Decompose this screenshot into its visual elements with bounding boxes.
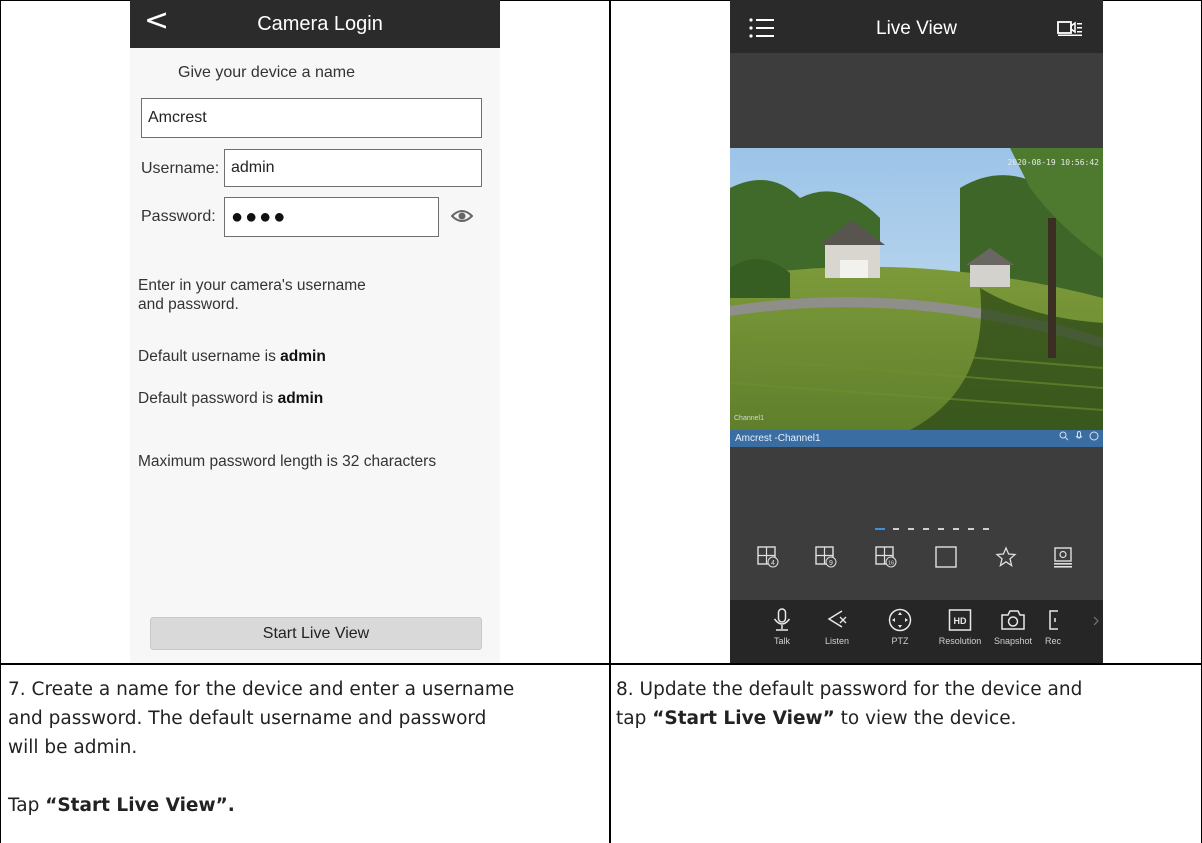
password-label: Password: bbox=[141, 208, 216, 225]
listen-button[interactable]: Listen bbox=[807, 608, 867, 646]
live-header: Live View bbox=[730, 0, 1103, 53]
svg-text:9: 9 bbox=[829, 560, 833, 567]
layout-selector: 4 9 16 bbox=[730, 546, 1103, 574]
grid-4-icon[interactable]: 4 bbox=[757, 546, 779, 568]
live-view-screen: Live View 2020-08-19 10:56:42 Channel1 A… bbox=[730, 0, 1103, 663]
step-7-caption: 7. Create a name for the device and ente… bbox=[8, 679, 515, 816]
channel-bar[interactable]: Amcrest -Channel1 bbox=[730, 430, 1103, 447]
username-label: Username: bbox=[141, 160, 220, 177]
close-circle-icon[interactable] bbox=[1089, 431, 1099, 441]
ptz-button[interactable]: PTZ bbox=[870, 608, 930, 646]
record-button[interactable]: Rec bbox=[1038, 608, 1068, 646]
snapshot-button[interactable]: Snapshot bbox=[983, 608, 1043, 646]
control-toolbar: Talk Listen PTZ HD Resolution Snapshot R… bbox=[730, 600, 1103, 663]
mic-icon[interactable] bbox=[1075, 431, 1083, 441]
device-list-icon[interactable] bbox=[1052, 546, 1074, 568]
listen-label: Listen bbox=[824, 636, 850, 646]
default-password-note: Default password is admin bbox=[138, 390, 324, 407]
password-input[interactable]: ●●●● bbox=[224, 197, 439, 237]
page-title: Live View bbox=[876, 18, 957, 39]
grid-16-icon[interactable]: 16 bbox=[875, 546, 897, 568]
password-value: ●●●● bbox=[231, 205, 288, 228]
scroll-right-icon[interactable] bbox=[1092, 616, 1100, 626]
username-input[interactable]: admin bbox=[224, 149, 482, 187]
ptz-icon bbox=[888, 608, 912, 632]
grid-9-icon[interactable]: 9 bbox=[815, 546, 837, 568]
page-indicator-dot[interactable] bbox=[938, 528, 944, 530]
record-icon bbox=[1049, 610, 1058, 630]
page-indicator-dot[interactable] bbox=[893, 528, 899, 530]
back-icon[interactable]: < bbox=[144, 6, 169, 36]
camera-login-screen: < Camera Login Give your device a name A… bbox=[130, 0, 500, 663]
camera-feed[interactable]: 2020-08-19 10:56:42 Channel1 bbox=[730, 148, 1103, 430]
microphone-icon bbox=[773, 608, 791, 631]
page-indicator-dot[interactable] bbox=[908, 528, 914, 530]
talk-button[interactable]: Talk bbox=[752, 608, 812, 646]
resolution-button[interactable]: HD Resolution bbox=[930, 608, 990, 646]
hd-text: HD bbox=[954, 616, 967, 626]
resolution-label: Resolution bbox=[938, 636, 982, 646]
camera-feed-image bbox=[730, 148, 1103, 430]
device-name-value: Amcrest bbox=[148, 109, 207, 126]
page-indicator-dot[interactable] bbox=[983, 528, 989, 530]
table-border-row bbox=[0, 663, 1202, 665]
start-live-view-button[interactable]: Start Live View bbox=[150, 617, 482, 650]
page-indicator bbox=[875, 528, 989, 530]
login-header: < Camera Login bbox=[130, 0, 500, 48]
hd-icon: HD bbox=[948, 609, 972, 631]
zoom-icon[interactable] bbox=[1059, 431, 1069, 441]
camera-list-icon[interactable] bbox=[1057, 20, 1083, 41]
ptz-label: PTZ bbox=[891, 636, 909, 646]
feed-timestamp: 2020-08-19 10:56:42 bbox=[1007, 158, 1099, 167]
table-border-middle bbox=[609, 0, 611, 843]
page-indicator-dot[interactable] bbox=[923, 528, 929, 530]
speaker-mute-icon bbox=[827, 610, 847, 628]
default-username-note: Default username is admin bbox=[138, 348, 326, 365]
page-indicator-dot[interactable] bbox=[968, 528, 974, 530]
feed-channel-overlay: Channel1 bbox=[734, 415, 764, 422]
page-indicator-active[interactable] bbox=[875, 528, 885, 530]
max-length-note: Maximum password length is 32 characters bbox=[138, 453, 437, 470]
page-title: Camera Login bbox=[257, 12, 383, 35]
svg-text:4: 4 bbox=[771, 560, 775, 567]
page-indicator-dot[interactable] bbox=[953, 528, 959, 530]
device-name-prompt: Give your device a name bbox=[178, 64, 355, 81]
favorite-star-icon[interactable] bbox=[995, 546, 1017, 568]
device-name-input[interactable]: Amcrest bbox=[141, 98, 482, 138]
channel-name: Amcrest -Channel1 bbox=[735, 433, 821, 444]
step-8-caption: 8. Update the default password for the d… bbox=[616, 679, 1083, 729]
record-label: Rec bbox=[1044, 636, 1061, 646]
camera-icon bbox=[1001, 610, 1025, 630]
single-view-icon[interactable] bbox=[935, 546, 957, 568]
svg-text:16: 16 bbox=[888, 561, 894, 567]
snapshot-label: Snapshot bbox=[993, 636, 1033, 646]
credentials-instructions: Enter in your camera's username and pass… bbox=[138, 277, 366, 313]
username-value: admin bbox=[231, 159, 275, 176]
talk-label: Talk bbox=[773, 636, 790, 646]
eye-icon[interactable] bbox=[450, 208, 474, 229]
table-border-left bbox=[0, 0, 1, 843]
